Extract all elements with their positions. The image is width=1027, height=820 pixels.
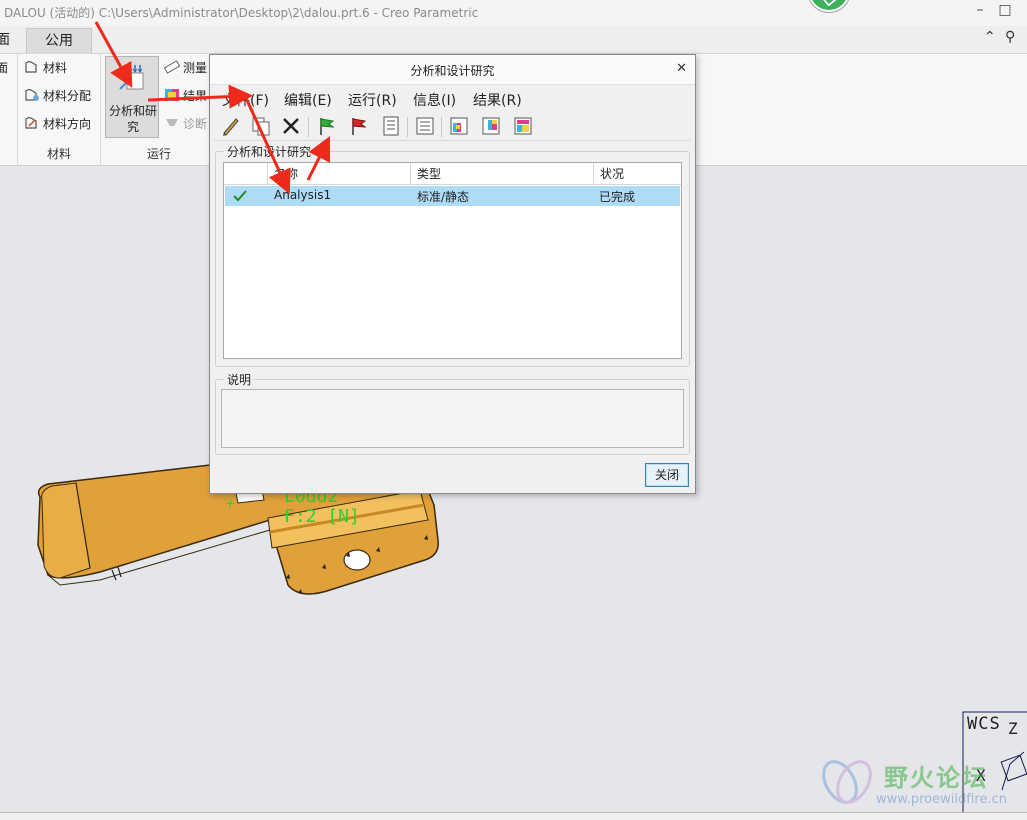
ribbon-group-partial: 面 xyxy=(0,54,18,166)
close-button[interactable]: 关闭 xyxy=(645,463,689,487)
status-bar xyxy=(0,812,1027,820)
tab-face[interactable]: 面 xyxy=(0,28,18,54)
part-tabs xyxy=(111,566,122,581)
ribbon-tab-strip: 面 公用 ⌃ ⚲ xyxy=(0,26,1027,54)
diagnostics-icon xyxy=(166,119,178,126)
stop-red-flag-icon[interactable] xyxy=(348,115,370,137)
toolbar-separator xyxy=(441,117,442,137)
results-icon[interactable] xyxy=(448,115,470,137)
results-button[interactable]: 结果 xyxy=(164,86,207,106)
csys-label: WCS xyxy=(967,714,1001,734)
minimize-icon[interactable]: – xyxy=(970,2,990,18)
study-name: Analysis1 xyxy=(274,188,332,202)
results-view-icon[interactable] xyxy=(480,115,502,137)
dialog-title-bar: 分析和设计研究 ✕ xyxy=(210,55,695,85)
material-button[interactable]: 材料 xyxy=(24,58,67,78)
delete-x-icon[interactable] xyxy=(280,115,302,137)
menu-file[interactable]: 文件(F) xyxy=(222,90,269,110)
description-label: 说明 xyxy=(227,373,252,387)
copy-icon[interactable] xyxy=(250,115,272,137)
window-title-bar: DALOU (活动的) C:\Users\Administrator\Deskt… xyxy=(0,0,1027,26)
run-group-label: 运行 xyxy=(146,147,171,161)
column-header-state[interactable]: 状况 xyxy=(594,163,681,185)
material-group-label: 材料 xyxy=(46,147,71,161)
load-marker: + xyxy=(226,496,234,512)
measure-icon xyxy=(164,60,180,74)
description-field[interactable] xyxy=(221,389,684,448)
watermark-url: www.proewildfire.cn xyxy=(876,792,1007,807)
status-list-icon[interactable] xyxy=(380,115,402,137)
load-value-text: F:2 [N] xyxy=(284,506,360,527)
measure-label: 测量 xyxy=(183,61,208,75)
column-header-status-icon[interactable] xyxy=(224,163,268,185)
start-green-flag-icon[interactable] xyxy=(316,115,338,137)
material-orientation-label: 材料方向 xyxy=(43,117,92,131)
menu-run[interactable]: 运行(R) xyxy=(348,90,397,110)
column-header-name[interactable]: 名称 xyxy=(268,163,411,185)
studies-list[interactable]: 名称 类型 状况 Analysis1 标准/静态 已完成 xyxy=(223,162,682,359)
analysis-design-study-dialog: 分析和设计研究 ✕ 文件(F) 编辑(E) 运行(R) 信息(I) 结果(R) … xyxy=(209,54,696,494)
material-label: 材料 xyxy=(43,61,68,75)
dialog-toolbar xyxy=(214,113,691,141)
maximize-icon[interactable]: □ xyxy=(995,2,1015,18)
dialog-menu-bar: 文件(F) 编辑(E) 运行(R) 信息(I) 结果(R) xyxy=(210,86,695,110)
menu-info[interactable]: 信息(I) xyxy=(413,90,456,110)
edit-pencil-icon[interactable] xyxy=(220,115,242,137)
watermark-text: 野火论坛 xyxy=(884,763,988,792)
toolbar-separator xyxy=(308,117,309,137)
results-label: 结果 xyxy=(183,89,208,103)
study-type: 标准/静态 xyxy=(417,190,470,204)
studies-group-label: 分析和设计研究 xyxy=(227,145,312,159)
material-orientation-button[interactable]: 材料方向 xyxy=(24,114,91,134)
menu-edit[interactable]: 编辑(E) xyxy=(284,90,332,110)
check-icon xyxy=(233,190,247,202)
material-orientation-icon xyxy=(25,117,37,129)
material-icon xyxy=(25,61,37,73)
summary-icon[interactable] xyxy=(414,115,436,137)
study-state: 已完成 xyxy=(599,190,636,204)
diagnostics-label: 诊断 xyxy=(183,117,208,131)
part-hole xyxy=(343,549,371,571)
material-assign-label: 材料分配 xyxy=(43,89,92,103)
results-window-icon[interactable] xyxy=(512,115,534,137)
material-assign-button[interactable]: 材料分配 xyxy=(24,86,91,106)
measure-button[interactable]: 测量 xyxy=(164,58,207,78)
watermark-logo-icon xyxy=(822,760,872,804)
dialog-title: 分析和设计研究 xyxy=(410,64,495,78)
close-icon[interactable]: ✕ xyxy=(676,61,687,76)
collapse-ribbon-icon[interactable]: ⌃ xyxy=(984,29,996,45)
status-check-icon[interactable] xyxy=(808,0,850,12)
toolbar-separator xyxy=(407,117,408,137)
forum-watermark: 野火论坛 www.proewildfire.cn xyxy=(818,752,1027,814)
column-header-type[interactable]: 类型 xyxy=(411,163,594,185)
menu-results[interactable]: 结果(R) xyxy=(473,90,522,110)
partial-label: 面 xyxy=(0,61,9,75)
analysis-study-label: 分析和研究 xyxy=(108,104,157,134)
window-title: DALOU (活动的) C:\Users\Administrator\Deskt… xyxy=(4,6,479,20)
search-icon[interactable]: ⚲ xyxy=(1005,29,1015,45)
axis-z-label: Z xyxy=(1008,719,1018,738)
results-icon xyxy=(165,89,179,101)
ribbon-group-material: 材料 材料分配 材料方向 材料 xyxy=(18,54,101,166)
diagnostics-button[interactable]: 诊断 xyxy=(164,114,207,134)
analysis-study-icon xyxy=(119,65,144,90)
tab-common[interactable]: 公用 xyxy=(26,28,92,54)
table-row[interactable]: Analysis1 标准/静态 已完成 xyxy=(225,186,680,206)
material-assign-icon xyxy=(25,89,39,101)
analysis-study-button[interactable]: 分析和研究 xyxy=(105,56,159,138)
